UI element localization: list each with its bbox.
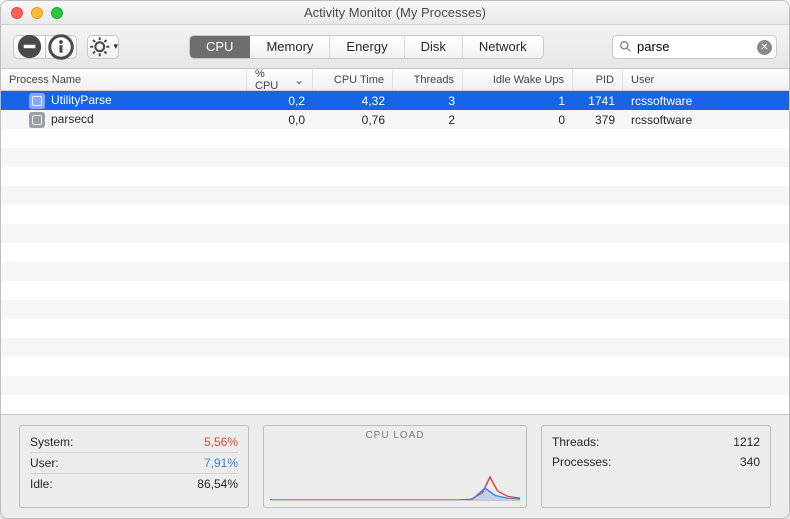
tab-cpu[interactable]: CPU [190, 36, 250, 58]
process-icon [29, 93, 45, 109]
header-cpu[interactable]: % CPU [247, 69, 313, 90]
cell-user: rcssoftware [623, 94, 789, 108]
process-icon [29, 112, 45, 128]
idle-value: 86,54% [197, 477, 238, 491]
cell-pid: 379 [573, 113, 623, 127]
footer: System: 5,56% User: 7,91% Idle: 86,54% CPU … [1, 414, 789, 518]
table-row-empty [1, 395, 789, 414]
tab-energy[interactable]: Energy [330, 36, 404, 58]
cell-wake: 1 [463, 94, 573, 108]
cpu-load-label: CPU LOAD [264, 426, 526, 441]
table-row-empty [1, 205, 789, 224]
search-input[interactable] [637, 39, 754, 54]
threads-value: 1212 [733, 435, 760, 449]
window-title: Activity Monitor (My Processes) [1, 5, 789, 20]
table-row[interactable]: parsecd0,00,7620379rcssoftware [1, 110, 789, 129]
cell-pid: 1741 [573, 94, 623, 108]
titlebar: Activity Monitor (My Processes) [1, 1, 789, 25]
header-cpu-time[interactable]: CPU Time [313, 69, 393, 90]
window-controls [1, 7, 63, 19]
table-row-empty [1, 281, 789, 300]
processes-value: 340 [740, 455, 760, 469]
gear-icon [88, 35, 111, 58]
table-row-empty [1, 129, 789, 148]
column-headers: Process Name % CPU CPU Time Threads Idle… [1, 69, 789, 91]
counts-panel: Threads: 1212 Processes: 340 [541, 425, 771, 508]
cpu-usage-panel: System: 5,56% User: 7,91% Idle: 86,54% [19, 425, 249, 508]
options-menu-button[interactable]: ▾ [87, 35, 119, 59]
clear-search-button[interactable]: ✕ [757, 40, 772, 55]
minimize-window-button[interactable] [31, 7, 43, 19]
table-row-empty [1, 262, 789, 281]
cpu-load-graph [270, 445, 520, 501]
header-idle-wake-ups[interactable]: Idle Wake Ups [463, 69, 573, 90]
cell-process-name: UtilityParse [1, 93, 247, 109]
header-user[interactable]: User [623, 69, 789, 90]
search-field[interactable]: ✕ [612, 35, 777, 59]
system-value: 5,56% [204, 435, 238, 449]
process-table-body[interactable]: UtilityParse0,24,32311741rcssoftwarepars… [1, 91, 789, 414]
cell-cpu-time: 0,76 [313, 113, 393, 127]
header-threads[interactable]: Threads [393, 69, 463, 90]
close-window-button[interactable] [11, 7, 23, 19]
user-value: 7,91% [204, 456, 238, 470]
cell-threads: 3 [393, 94, 463, 108]
table-row-empty [1, 186, 789, 205]
stop-process-button[interactable] [13, 35, 45, 59]
chevron-down-icon: ▾ [113, 41, 118, 52]
system-label: System: [30, 435, 73, 449]
toolbar: ▾ CPU Memory Energy Disk Network ✕ [1, 25, 789, 69]
tab-disk[interactable]: Disk [405, 36, 463, 58]
table-row-empty [1, 167, 789, 186]
cell-cpu: 0,0 [247, 113, 313, 127]
processes-label: Processes: [552, 455, 611, 469]
header-pid[interactable]: PID [573, 69, 623, 90]
inspect-process-button[interactable] [45, 35, 77, 59]
table-row[interactable]: UtilityParse0,24,32311741rcssoftware [1, 91, 789, 110]
cell-user: rcssoftware [623, 113, 789, 127]
table-row-empty [1, 300, 789, 319]
cell-cpu-time: 4,32 [313, 94, 393, 108]
tab-network[interactable]: Network [463, 36, 543, 58]
table-row-empty [1, 319, 789, 338]
table-row-empty [1, 376, 789, 395]
cpu-load-graph-panel: CPU LOAD [263, 425, 527, 508]
zoom-window-button[interactable] [51, 7, 63, 19]
cell-threads: 2 [393, 113, 463, 127]
cell-wake: 0 [463, 113, 573, 127]
idle-label: Idle: [30, 477, 53, 491]
threads-label: Threads: [552, 435, 599, 449]
search-icon [619, 40, 632, 56]
table-row-empty [1, 243, 789, 262]
view-tabs: CPU Memory Energy Disk Network [189, 35, 544, 59]
table-row-empty [1, 148, 789, 167]
cell-cpu: 0,2 [247, 94, 313, 108]
table-row-empty [1, 357, 789, 376]
header-process-name[interactable]: Process Name [1, 69, 247, 90]
table-row-empty [1, 224, 789, 243]
activity-monitor-window: Activity Monitor (My Processes) ▾ CPU Me… [0, 0, 790, 519]
tab-memory[interactable]: Memory [250, 36, 330, 58]
table-row-empty [1, 338, 789, 357]
cell-process-name: parsecd [1, 112, 247, 128]
toolbar-left-group [13, 35, 77, 59]
user-label: User: [30, 456, 59, 470]
